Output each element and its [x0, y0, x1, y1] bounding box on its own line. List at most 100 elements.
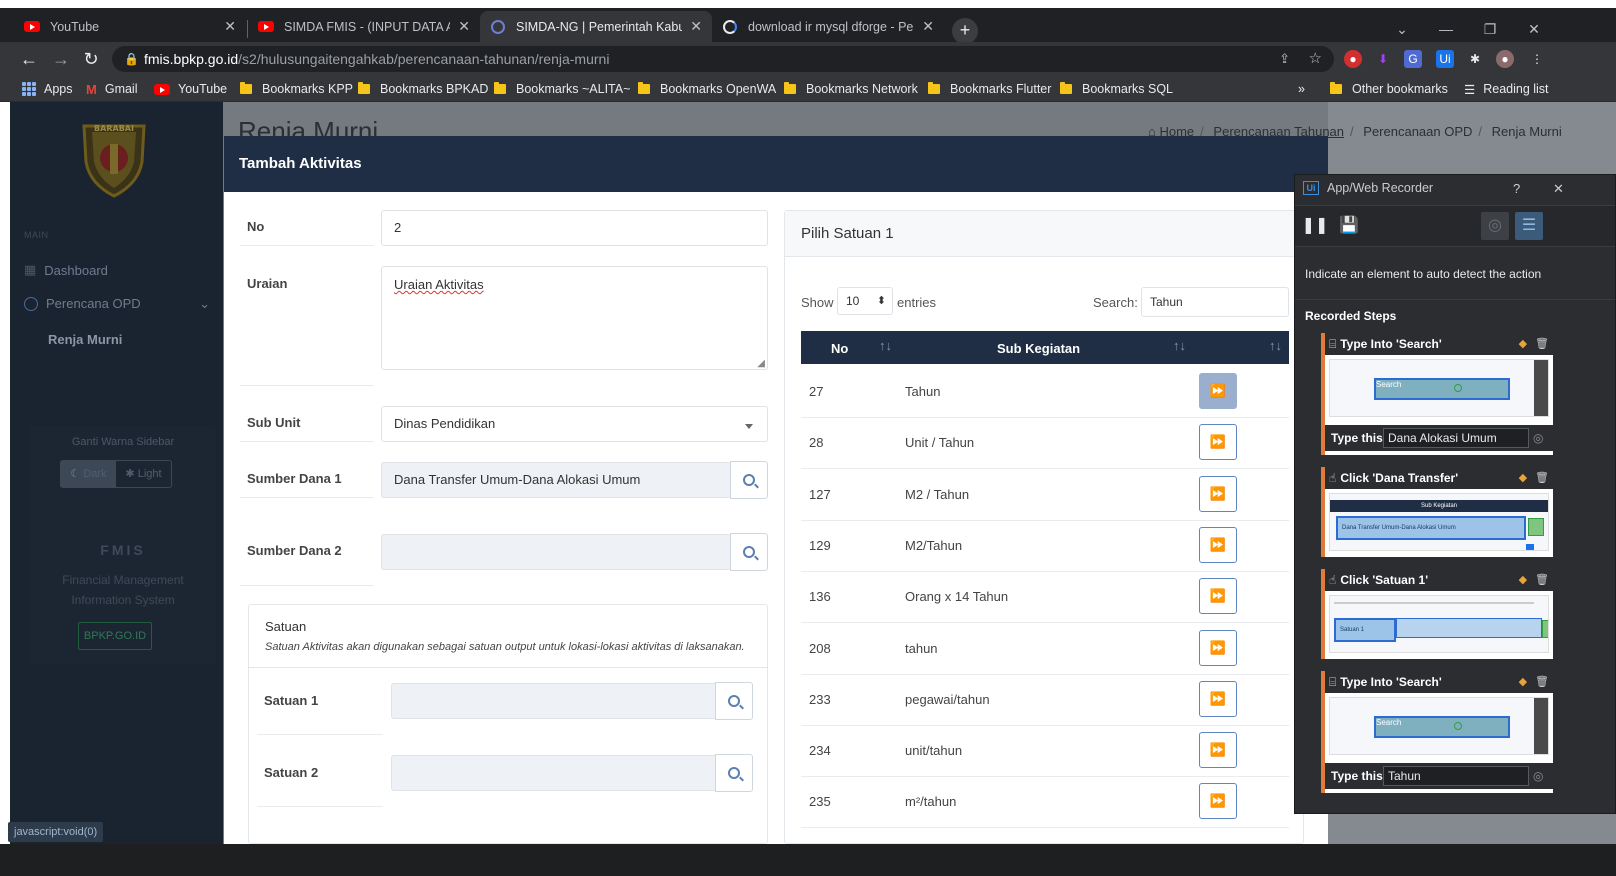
- sumber-dana-2-input[interactable]: [381, 534, 731, 570]
- bookmark-folder-sql[interactable]: Bookmarks SQL: [1060, 80, 1173, 98]
- sumber-dana-1-input[interactable]: Dana Transfer Umum-Dana Alokasi Umum: [381, 462, 731, 498]
- uraian-textarea[interactable]: Uraian Aktivitas ◢: [381, 266, 768, 370]
- tab-simda-ng[interactable]: SIMDA-NG | Pemerintah Kabupat ✕: [480, 11, 712, 42]
- bookmarks-overflow-button[interactable]: »: [1298, 80, 1305, 98]
- select-row-button[interactable]: ⏩: [1199, 526, 1237, 563]
- delete-icon[interactable]: 🗑: [1535, 574, 1549, 586]
- share-icon[interactable]: ⇪: [1279, 46, 1290, 72]
- extensions-icon[interactable]: ✱: [1466, 50, 1484, 68]
- sub-unit-select[interactable]: Dinas Pendidikan: [381, 406, 768, 442]
- save-button[interactable]: 💾: [1335, 212, 1363, 240]
- sidebar-item-renja-murni[interactable]: Renja Murni: [48, 332, 122, 347]
- table-search-input[interactable]: Tahun: [1141, 287, 1289, 317]
- satuan-2-input[interactable]: [391, 755, 717, 791]
- bookmark-apps[interactable]: Apps: [22, 80, 73, 98]
- delete-icon[interactable]: 🗑: [1535, 338, 1549, 350]
- satuan-2-search-button[interactable]: [715, 754, 753, 792]
- column-header-no[interactable]: No: [831, 341, 848, 356]
- type-this-input[interactable]: Dana Alokasi Umum: [1383, 428, 1529, 448]
- select-row-button[interactable]: ⏩: [1199, 680, 1237, 717]
- package-icon[interactable]: ◆: [1519, 574, 1527, 586]
- help-button[interactable]: ?: [1513, 181, 1520, 196]
- close-tab-icon[interactable]: ✕: [224, 18, 236, 35]
- resize-handle-icon[interactable]: ◢: [757, 358, 765, 369]
- tab-youtube[interactable]: YouTube ✕: [14, 11, 246, 42]
- close-window-button[interactable]: ✕: [1512, 16, 1556, 42]
- sidebar-item-perencana-opd[interactable]: Perencana OPD ⌄: [24, 296, 210, 311]
- hide-text-icon[interactable]: ◎: [1533, 763, 1543, 789]
- tab-search-icon[interactable]: ⌄: [1380, 16, 1424, 42]
- bpkp-link-button[interactable]: BPKP.GO.ID: [78, 622, 152, 650]
- bookmark-youtube[interactable]: YouTube: [154, 80, 227, 98]
- minimize-button[interactable]: —: [1424, 16, 1468, 42]
- back-button[interactable]: ←: [18, 48, 40, 70]
- recorded-step-type-search-2[interactable]: ⌸ Type Into 'Search' ◆ 🗑 Search Type this T…: [1321, 671, 1553, 793]
- hide-text-icon[interactable]: ◎: [1533, 425, 1543, 451]
- reload-button[interactable]: ↻: [80, 48, 102, 70]
- dark-theme-button[interactable]: ☾ Dark: [61, 461, 116, 487]
- select-row-button[interactable]: ⏩: [1199, 629, 1237, 666]
- extension-red-icon[interactable]: ●: [1344, 50, 1362, 68]
- folder-icon: [240, 82, 252, 94]
- translate-extension-icon[interactable]: G: [1404, 50, 1422, 68]
- forward-button[interactable]: →: [50, 48, 72, 70]
- satuan-title: Satuan: [265, 619, 307, 634]
- no-input[interactable]: 2: [381, 210, 768, 246]
- bookmark-folder-network[interactable]: Bookmarks Network: [784, 80, 918, 98]
- recorded-step-click-satuan-1[interactable]: ☝ Click 'Satuan 1' ◆ 🗑 Satuan 1: [1321, 569, 1553, 659]
- close-tab-icon[interactable]: ✕: [690, 18, 702, 35]
- sort-icon[interactable]: ↑↓: [879, 338, 892, 353]
- bookmark-folder-openwa[interactable]: Bookmarks OpenWA: [638, 80, 776, 98]
- entries-length-select[interactable]: 10: [837, 287, 893, 315]
- column-header-sub-kegiatan[interactable]: Sub Kegiatan: [997, 341, 1080, 356]
- select-row-button[interactable]: ⏩: [1199, 578, 1237, 615]
- bookmark-star-icon[interactable]: ☆: [1309, 46, 1322, 72]
- steps-list-button[interactable]: ☰: [1515, 212, 1543, 240]
- recorded-step-click-dana-transfer[interactable]: ☝ Click 'Dana Transfer' ◆ 🗑 Sub Kegiatan Da…: [1321, 467, 1553, 557]
- satuan-1-input[interactable]: [391, 683, 717, 719]
- sumber-dana-2-search-button[interactable]: [730, 533, 768, 571]
- package-icon[interactable]: ◆: [1519, 338, 1527, 350]
- bookmark-folder-alita[interactable]: Bookmarks ~ALITA~: [494, 80, 630, 98]
- select-row-button[interactable]: ⏩: [1199, 475, 1237, 512]
- close-tab-icon[interactable]: ✕: [458, 18, 470, 35]
- sumber-dana-1-search-button[interactable]: [730, 461, 768, 499]
- delete-icon[interactable]: 🗑: [1535, 472, 1549, 484]
- new-tab-button[interactable]: +: [952, 18, 978, 44]
- select-row-button[interactable]: ⏩: [1199, 373, 1237, 409]
- close-tab-icon[interactable]: ✕: [922, 18, 934, 35]
- breadcrumb-perencanaan-opd[interactable]: Perencanaan OPD: [1363, 124, 1472, 139]
- menu-icon[interactable]: ⋮: [1528, 50, 1546, 68]
- select-row-button[interactable]: ⏩: [1199, 732, 1237, 769]
- delete-icon[interactable]: 🗑: [1535, 676, 1549, 688]
- recorded-step-type-search[interactable]: ⌸ Type Into 'Search' ◆ 🗑 Search Type this D…: [1321, 333, 1553, 455]
- package-icon[interactable]: ◆: [1519, 676, 1527, 688]
- type-this-input[interactable]: Tahun: [1383, 766, 1529, 786]
- url-field[interactable]: 🔒 fmis.bpkp.go.id/s2/hulusungaitengahkab…: [112, 46, 1334, 72]
- sort-icon[interactable]: ↑↓: [1269, 338, 1282, 353]
- bookmark-folder-bpkad[interactable]: Bookmarks BPKAD: [358, 80, 488, 98]
- tab-google[interactable]: download ir mysql dforge - Pene ✕: [712, 11, 944, 42]
- restore-button[interactable]: ❐: [1468, 16, 1512, 42]
- other-bookmarks[interactable]: Other bookmarks: [1330, 80, 1448, 98]
- reading-list[interactable]: ☰ Reading list: [1464, 80, 1549, 98]
- package-icon[interactable]: ◆: [1519, 472, 1527, 484]
- download-extension-icon[interactable]: ⬇: [1374, 50, 1392, 68]
- profile-avatar[interactable]: ●: [1496, 50, 1514, 68]
- tab-simda-fmis[interactable]: SIMDA FMIS - (INPUT DATA ANG ✕: [248, 11, 480, 42]
- satuan-1-search-button[interactable]: [715, 682, 753, 720]
- table-row: 234 unit/tahun ⏩: [801, 726, 1289, 778]
- search-icon: [728, 695, 740, 707]
- bookmark-folder-kpp[interactable]: Bookmarks KPP: [240, 80, 353, 98]
- pause-button[interactable]: ❚❚: [1301, 212, 1329, 240]
- select-row-button[interactable]: ⏩: [1199, 424, 1237, 461]
- bookmark-folder-flutter[interactable]: Bookmarks Flutter: [928, 80, 1051, 98]
- recorder-close-icon[interactable]: ✕: [1553, 181, 1564, 197]
- uipath-extension-icon[interactable]: Ui: [1436, 50, 1454, 68]
- sort-icon[interactable]: ↑↓: [1173, 338, 1186, 353]
- bookmark-gmail[interactable]: M Gmail: [86, 80, 138, 98]
- select-row-button[interactable]: ⏩: [1199, 783, 1237, 820]
- record-options-button[interactable]: ◎: [1481, 212, 1509, 240]
- light-theme-button[interactable]: ✱ Light: [116, 461, 171, 487]
- sidebar-item-dashboard[interactable]: ▦ Dashboard: [24, 262, 108, 278]
